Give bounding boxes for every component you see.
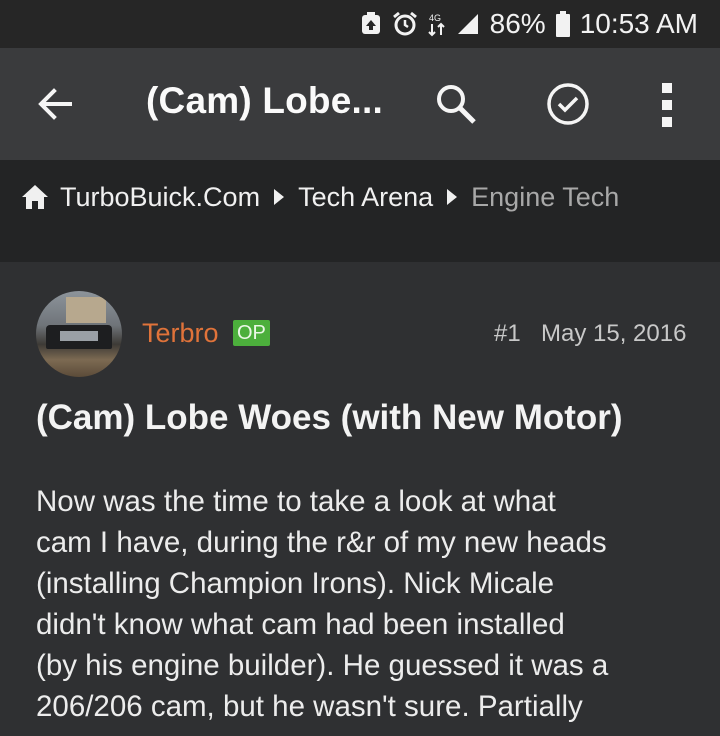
svg-text:4G: 4G bbox=[429, 13, 441, 23]
battery-saver-icon bbox=[360, 12, 382, 36]
breadcrumb-separator-icon bbox=[274, 189, 285, 205]
breadcrumb: TurboBuick.Com Tech Arena Engine Tech bbox=[20, 178, 619, 216]
post-body-line: didn't know what cam had been installed bbox=[36, 608, 565, 641]
post-body-line: cam I have, during the r&r of my new hea… bbox=[36, 526, 607, 559]
post-date: May 15, 2016 bbox=[541, 320, 687, 347]
status-icons: 4G 86% 10:53 AM bbox=[360, 0, 698, 48]
clock: 10:53 AM bbox=[579, 8, 698, 39]
check-circle-icon[interactable] bbox=[545, 81, 591, 127]
breadcrumb-item-engine-tech[interactable]: Engine Tech bbox=[471, 182, 619, 213]
home-icon[interactable] bbox=[20, 182, 50, 212]
post-body: Now was the time to take a look at what … bbox=[36, 481, 696, 727]
alarm-icon bbox=[392, 11, 418, 37]
breadcrumb-separator-icon bbox=[447, 189, 458, 205]
avatar[interactable] bbox=[36, 291, 122, 377]
app-toolbar: (Cam) Lobe... bbox=[0, 48, 720, 160]
page-title: (Cam) Lobe... bbox=[146, 80, 383, 121]
post-body-line: (by his engine builder). He guessed it w… bbox=[36, 649, 609, 682]
back-arrow-icon[interactable] bbox=[34, 82, 78, 126]
battery-percent: 86% bbox=[489, 8, 546, 39]
search-icon[interactable] bbox=[434, 82, 478, 126]
data-arrows-icon: 4G bbox=[427, 11, 446, 37]
post-body-line: Now was the time to take a look at what bbox=[36, 485, 556, 518]
post-body-line: 206/206 cam, but he wasn't sure. Partial… bbox=[36, 690, 583, 723]
op-badge: OP bbox=[233, 320, 270, 346]
breadcrumb-item-turbobuick[interactable]: TurboBuick.Com bbox=[60, 182, 260, 213]
more-vertical-icon[interactable] bbox=[652, 78, 682, 132]
breadcrumb-item-tech-arena[interactable]: Tech Arena bbox=[298, 182, 433, 213]
post-body-line: (installing Champion Irons). Nick Micale bbox=[36, 567, 555, 600]
post-number[interactable]: #1 bbox=[494, 320, 521, 348]
status-bar: 4G 86% 10:53 AM bbox=[0, 0, 720, 48]
signal-icon bbox=[456, 12, 480, 36]
post-author[interactable]: Terbro bbox=[142, 318, 219, 349]
battery-icon bbox=[555, 11, 570, 37]
post-title: (Cam) Lobe Woes (with New Motor) bbox=[36, 398, 623, 437]
